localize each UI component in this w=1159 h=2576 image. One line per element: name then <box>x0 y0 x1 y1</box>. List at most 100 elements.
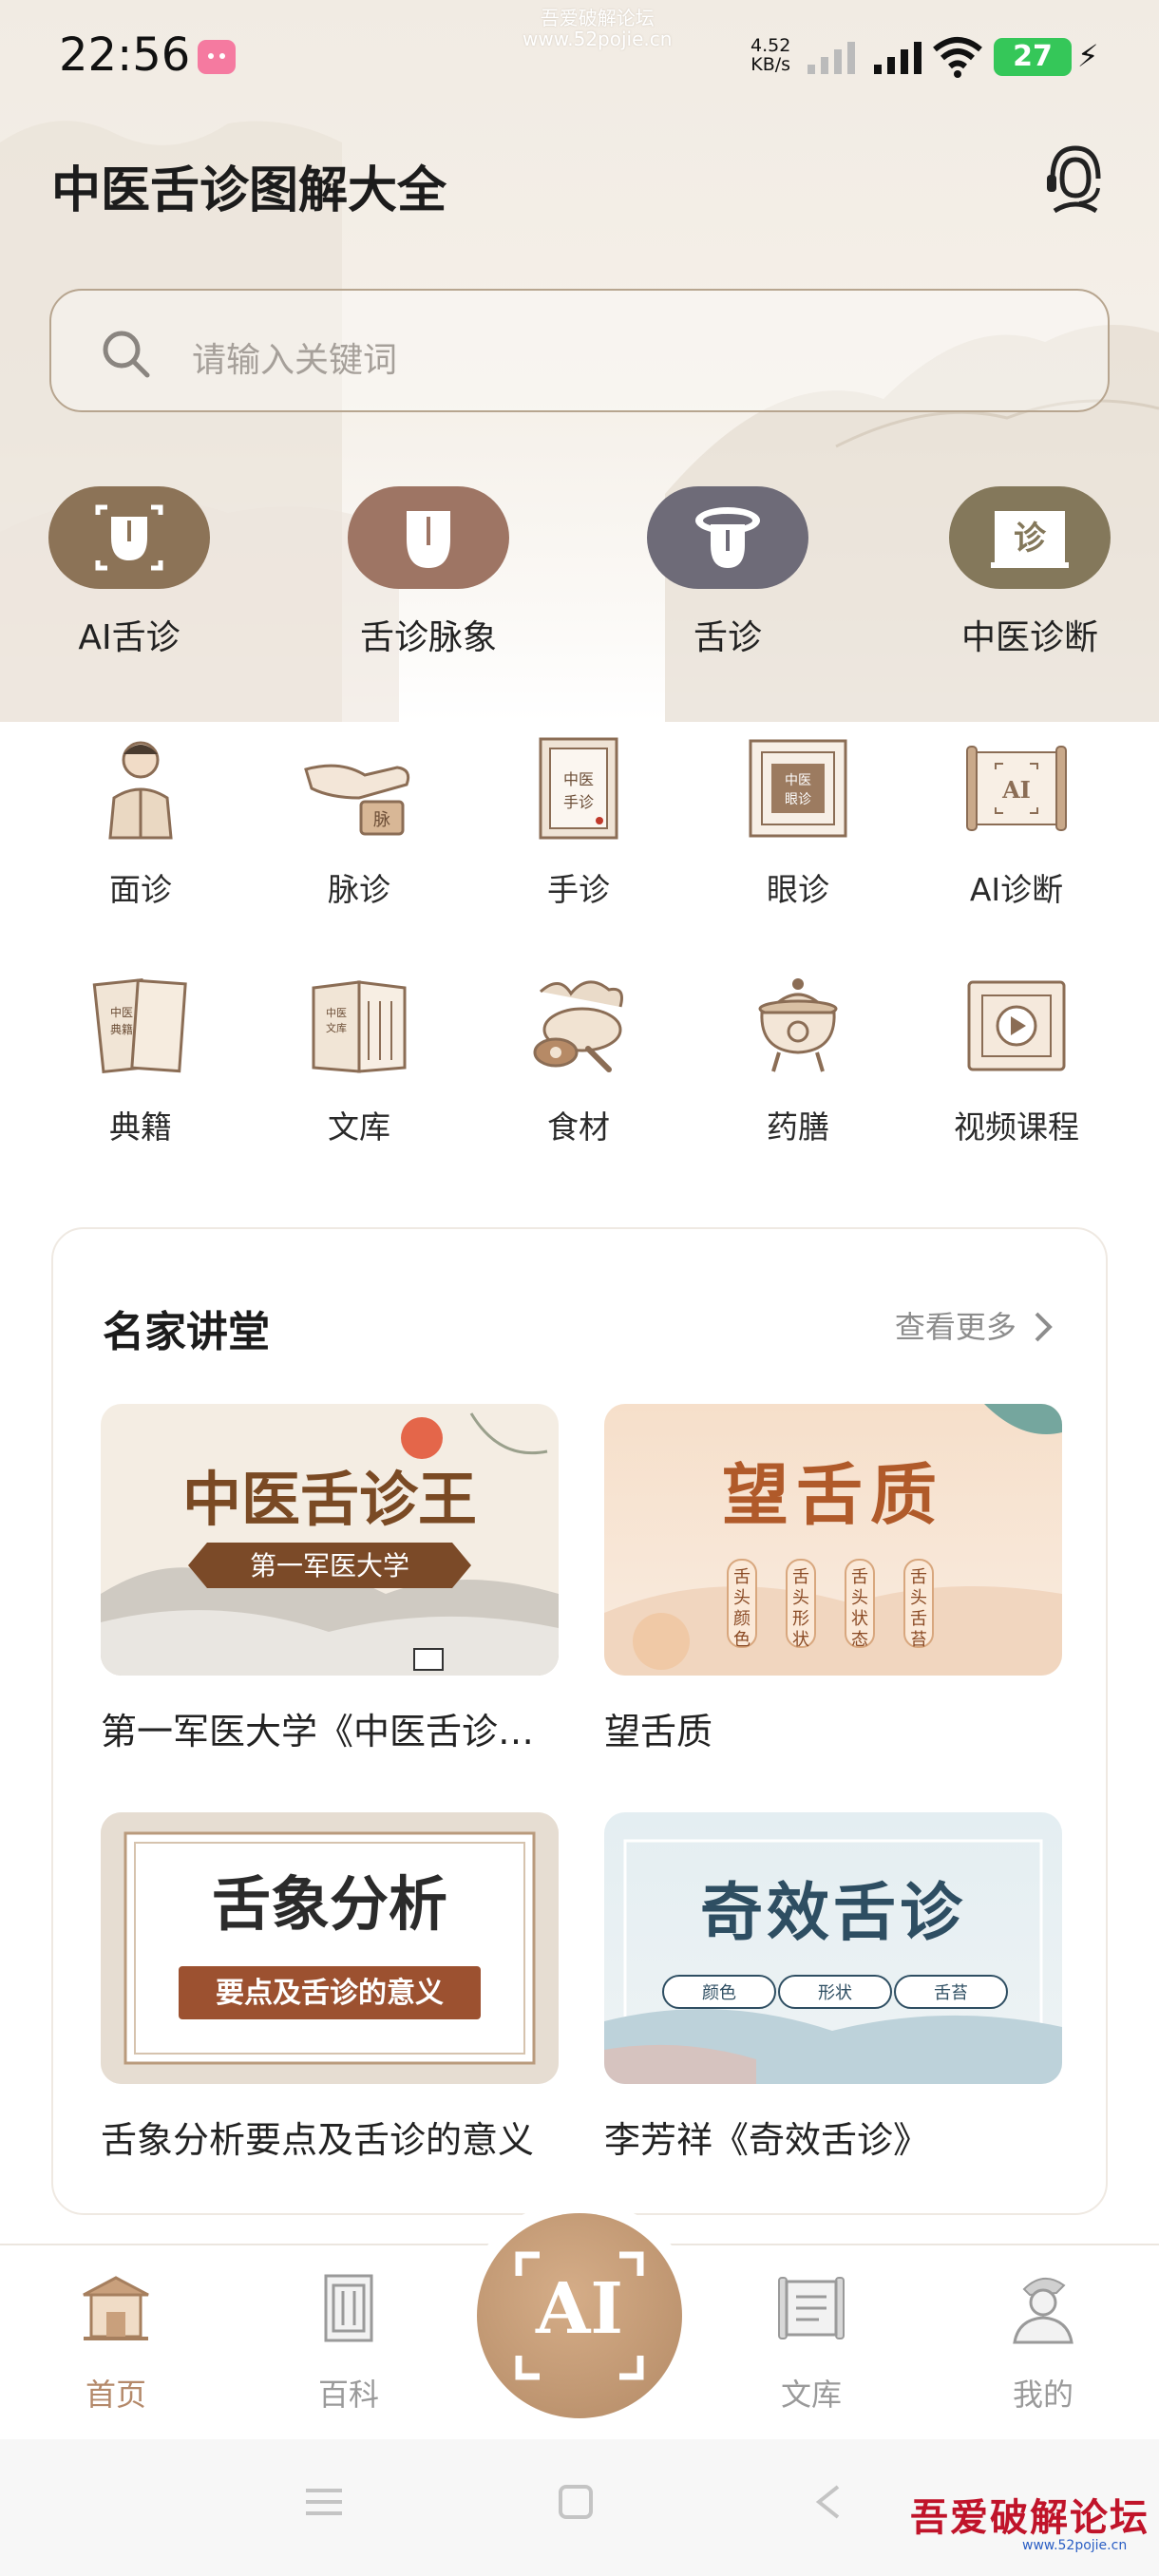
lecture-caption-2[interactable]: 望舌质 <box>604 1702 1070 1754</box>
svg-text:中医舌诊王: 中医舌诊王 <box>182 1465 477 1534</box>
tab-label: 百科 <box>317 2377 379 2413</box>
tab-library[interactable]: 文库 <box>731 2270 892 2415</box>
svg-text:头: 头 <box>851 1588 868 1608</box>
medicinal-cooking-icon <box>758 978 838 1072</box>
customer-service-icon[interactable] <box>1041 141 1110 213</box>
lecture-thumbnail-3[interactable]: 舌象分析 要点及舌诊的意义 <box>101 1812 559 2084</box>
wifi-icon <box>933 37 982 78</box>
svg-text:头: 头 <box>792 1588 809 1608</box>
grid-item-hand[interactable]: 中医 手诊 手诊 <box>484 731 674 910</box>
hand-book-icon: 中医 手诊 <box>539 737 618 840</box>
svg-text:中医: 中医 <box>785 773 811 788</box>
category-tcm-diagnosis[interactable]: 诊 中医诊断 <box>930 486 1130 659</box>
grid-item-label: 面诊 <box>109 871 172 908</box>
grid-item-label: 视频课程 <box>954 1108 1079 1146</box>
watermark-line1: 吾爱破解论坛 <box>540 7 655 29</box>
svg-text:舌: 舌 <box>733 1567 750 1587</box>
grid-item-pulse[interactable]: 脉 脉诊 <box>264 731 454 910</box>
category-label: AI舌诊 <box>78 618 180 657</box>
grid-item-label: 典籍 <box>109 1108 172 1146</box>
video-course-icon <box>967 980 1066 1071</box>
svg-text:眼诊: 眼诊 <box>785 792 811 807</box>
watermark: 吾爱破解论坛 www.52pojie.cn <box>522 8 672 49</box>
library-book-icon: 中医 文库 <box>312 980 407 1073</box>
svg-text:中医: 中医 <box>563 770 594 788</box>
category-tongue-pulse[interactable]: 舌诊脉象 <box>329 486 528 659</box>
svg-text:色: 色 <box>733 1630 750 1650</box>
lectures-card: 名家讲堂 查看更多 中医舌诊王 第一军医大学 第一军医大学《中医舌诊… 望舌质 <box>51 1227 1108 2215</box>
lecture-caption-4[interactable]: 李芳祥《奇效舌诊》 <box>604 2111 1070 2163</box>
svg-text:文库: 文库 <box>326 1021 347 1034</box>
app-title: 中医舌诊图解大全 <box>51 161 447 219</box>
app-notification-icon <box>198 40 236 74</box>
forum-watermark-url: www.52pojie.cn <box>1022 2538 1128 2553</box>
svg-text:舌象分析: 舌象分析 <box>212 1869 447 1939</box>
grid-item-label: 文库 <box>328 1108 390 1146</box>
view-more-link[interactable]: 查看更多 <box>895 1303 1054 1347</box>
back-icon[interactable] <box>811 2483 846 2521</box>
category-label: 舌诊 <box>693 618 762 657</box>
signal-icon-2 <box>874 42 922 74</box>
svg-text:手诊: 手诊 <box>563 793 594 811</box>
svg-text:中医: 中医 <box>326 1007 347 1019</box>
status-time: 22:56 <box>59 28 191 82</box>
grid-item-label: 脉诊 <box>328 871 390 908</box>
net-speed: 4.52 KB/s <box>750 36 790 74</box>
svg-text:颜: 颜 <box>733 1609 750 1629</box>
lecture-thumbnail-1[interactable]: 中医舌诊王 第一军医大学 <box>101 1404 559 1676</box>
tongue-icon <box>348 486 509 589</box>
svg-text:舌: 舌 <box>792 1567 809 1587</box>
pulse-icon: 脉 <box>304 764 410 836</box>
category-label: 中医诊断 <box>960 618 1098 657</box>
lecture-thumbnail-2[interactable]: 望舌质 舌头颜色 舌头形状 舌头状态 舌头舌苔 <box>604 1404 1062 1676</box>
grid-item-label: 手诊 <box>547 871 610 908</box>
svg-text:第一军医大学: 第一军医大学 <box>250 1550 409 1582</box>
grid-item-label: 眼诊 <box>767 871 829 908</box>
svg-text:要点及舌诊的意义: 要点及舌诊的意义 <box>216 1977 444 2010</box>
lecture-caption-3[interactable]: 舌象分析要点及舌诊的意义 <box>101 2111 566 2163</box>
grid-item-library[interactable]: 中医 文库 文库 <box>264 969 454 1147</box>
charging-bolt-icon: ⚡ <box>1077 38 1099 74</box>
search-bar[interactable]: 请输入关键词 <box>49 289 1110 412</box>
tab-profile[interactable]: 我的 <box>962 2270 1124 2415</box>
svg-text:形状: 形状 <box>818 1983 852 2003</box>
classics-icon: 中医 典籍 <box>92 977 187 1074</box>
grid-item-ai-diagnosis[interactable]: AI AI诊断 <box>922 731 1112 910</box>
eye-diagnosis-icon: 中医 眼诊 <box>749 739 847 838</box>
svg-text:舌: 舌 <box>910 1609 927 1629</box>
chevron-right-icon <box>1035 1312 1053 1342</box>
tab-encyclopedia[interactable]: 百科 <box>268 2270 429 2415</box>
tab-home[interactable]: 首页 <box>35 2270 197 2415</box>
grid-item-eye[interactable]: 中医 眼诊 眼诊 <box>703 731 893 910</box>
grid-item-medicinal-cooking[interactable]: 药膳 <box>703 969 893 1147</box>
svg-text:脉: 脉 <box>373 810 390 830</box>
ingredients-icon <box>533 980 623 1072</box>
category-ai-tongue[interactable]: AI舌诊 <box>29 486 229 659</box>
lecture-thumbnail-4[interactable]: 奇效舌诊 颜色 形状 舌苔 <box>604 1812 1062 2084</box>
svg-text:舌: 舌 <box>910 1567 927 1587</box>
grid-item-classics[interactable]: 中医 典籍 典籍 <box>46 969 236 1147</box>
svg-text:形: 形 <box>792 1609 809 1629</box>
grid-item-face[interactable]: 面诊 <box>46 731 236 910</box>
grid-item-video-course[interactable]: 视频课程 <box>922 969 1112 1147</box>
menu-icon[interactable] <box>302 2483 346 2521</box>
category-label: 舌诊脉象 <box>359 618 497 657</box>
svg-text:奇效舌诊: 奇效舌诊 <box>700 1875 966 1949</box>
diagnosis-scroll-icon: 诊 <box>949 486 1111 589</box>
grid-item-ingredients[interactable]: 食材 <box>484 969 674 1147</box>
net-speed-value: 4.52 <box>750 35 791 56</box>
tongue-out-icon <box>647 486 808 589</box>
ai-center-button[interactable]: AI <box>477 2213 682 2418</box>
category-tongue[interactable]: 舌诊 <box>628 486 827 659</box>
search-placeholder: 请输入关键词 <box>192 341 398 380</box>
encyclopedia-icon <box>324 2274 373 2342</box>
library-scroll-icon <box>778 2277 845 2339</box>
search-icon <box>103 331 150 378</box>
svg-text:诊: 诊 <box>1014 520 1047 558</box>
svg-text:舌: 舌 <box>851 1567 868 1587</box>
grid-item-label: 食材 <box>547 1108 610 1146</box>
lecture-caption-1[interactable]: 第一军医大学《中医舌诊… <box>101 1702 566 1754</box>
svg-text:望舌质: 望舌质 <box>722 1455 944 1534</box>
grid-item-label: 药膳 <box>767 1108 829 1146</box>
home-square-icon[interactable] <box>557 2483 595 2521</box>
